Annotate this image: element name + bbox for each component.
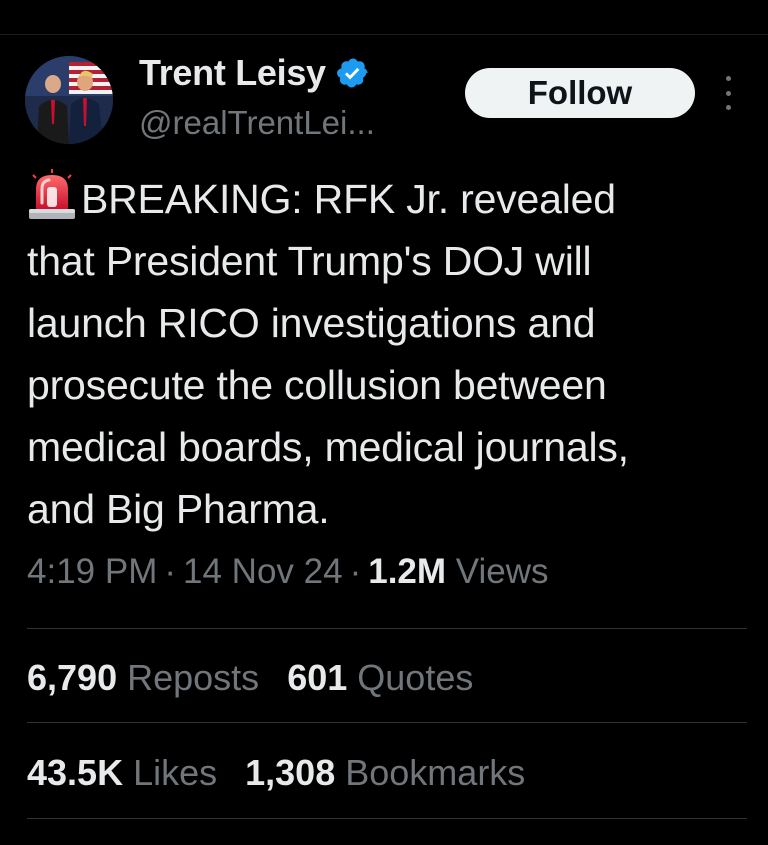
quotes-count: 601	[287, 657, 348, 698]
tweet-text-line-1: that President Trump's DOJ will	[27, 238, 592, 284]
views-count: 1.2M	[368, 552, 447, 591]
quotes-label: Quotes	[357, 657, 474, 698]
divider	[27, 722, 747, 723]
tweet-text-line-2: launch RICO investigations and	[27, 300, 596, 346]
divider	[27, 818, 747, 819]
author-handle[interactable]: @realTrentLei...	[139, 104, 375, 142]
reposts-label: Reposts	[127, 657, 260, 698]
reposts-stat[interactable]: 6,790 Reposts	[27, 657, 259, 698]
bookmarks-label: Bookmarks	[345, 752, 526, 793]
tweet-detail: Trent Leisy @realTrentLei... Follow BREA…	[0, 0, 768, 845]
tweet-date[interactable]: 14 Nov 24	[183, 552, 343, 591]
tweet-meta: 4:19 PM · 14 Nov 24 · 1.2M Views	[27, 552, 549, 592]
verified-badge-icon[interactable]	[336, 56, 370, 90]
likes-count: 43.5K	[27, 752, 124, 793]
police-siren-icon	[27, 169, 77, 221]
author-name-row: Trent Leisy	[139, 50, 370, 96]
bookmarks-stat[interactable]: 1,308 Bookmarks	[245, 752, 525, 793]
tweet-text-line-3: prosecute the collusion between	[27, 362, 607, 408]
author-display-name[interactable]: Trent Leisy	[139, 52, 326, 94]
divider	[27, 628, 747, 629]
tweet-text: BREAKING: RFK Jr. revealed that Presiden…	[27, 168, 757, 540]
tweet-text-line-0: BREAKING: RFK Jr. revealed	[81, 176, 616, 222]
tweet-text-line-4: medical boards, medical journals,	[27, 424, 629, 470]
stats-row-likes-bookmarks: 43.5K Likes 1,308 Bookmarks	[27, 752, 553, 794]
likes-stat[interactable]: 43.5K Likes	[27, 752, 217, 793]
meta-separator: ·	[349, 552, 362, 591]
quotes-stat[interactable]: 601 Quotes	[287, 657, 473, 698]
tweet-time[interactable]: 4:19 PM	[27, 552, 157, 591]
views-label: Views	[455, 552, 549, 591]
reposts-count: 6,790	[27, 657, 118, 698]
tweet-text-line-5: and Big Pharma.	[27, 486, 330, 532]
avatar-image	[25, 56, 113, 144]
bookmarks-count: 1,308	[245, 752, 336, 793]
stats-row-reposts-quotes: 6,790 Reposts 601 Quotes	[27, 657, 501, 699]
meta-separator: ·	[164, 552, 177, 591]
tweet-text-line: BREAKING: RFK Jr. revealed	[27, 168, 757, 230]
more-options-icon[interactable]	[716, 76, 740, 110]
likes-label: Likes	[133, 752, 218, 793]
follow-button[interactable]: Follow	[465, 68, 695, 118]
avatar[interactable]	[25, 56, 113, 144]
